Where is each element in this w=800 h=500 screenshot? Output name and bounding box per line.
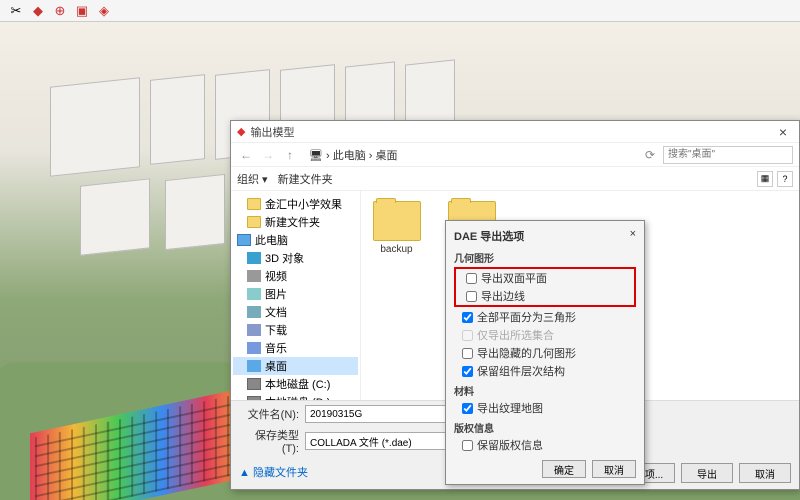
export-textures-checkbox[interactable] [462, 403, 473, 414]
tree-item-label: 此电脑 [255, 232, 288, 248]
folder-label: backup [369, 244, 424, 255]
help-icon[interactable]: ? [777, 171, 793, 187]
tree-item-label: 本地磁盘 (C:) [265, 376, 330, 392]
tree-item-label: 文档 [265, 304, 287, 320]
3d-icon [247, 252, 261, 264]
scissors-icon[interactable]: ✂ [8, 3, 24, 19]
building [150, 74, 205, 165]
options-title-text: DAE 导出选项 [454, 228, 524, 244]
dialog-title-text: 输出模型 [250, 124, 294, 140]
desktop-icon [247, 360, 261, 372]
geometry-section-label: 几何图形 [454, 247, 636, 266]
nav-row: ← → ↑ 🖥 › 此电脑 › 桌面 ⟳ [231, 143, 799, 167]
pc-icon: 🖥 [309, 150, 323, 162]
tree-item[interactable]: 图片 [233, 285, 358, 303]
cancel-button[interactable]: 取消 [739, 463, 791, 483]
drive-icon [247, 378, 261, 390]
export-hidden-checkbox[interactable] [462, 348, 473, 359]
option-label: 导出纹理地图 [477, 400, 543, 416]
app-icon: ◆ [237, 125, 245, 138]
up-icon[interactable]: ↑ [281, 146, 299, 164]
ruby-icon[interactable]: ◆ [30, 3, 46, 19]
cancel-button[interactable]: 取消 [592, 460, 636, 478]
search-input[interactable] [663, 146, 793, 164]
preserve-hierarchy-checkbox[interactable] [462, 366, 473, 377]
gem-icon[interactable]: ◈ [96, 3, 112, 19]
tree-item-label: 视频 [265, 268, 287, 284]
tree-item[interactable]: 桌面 [233, 357, 358, 375]
triangulate-checkbox[interactable] [462, 312, 473, 323]
view-mode-icon[interactable]: ▦ [757, 171, 773, 187]
new-folder-button[interactable]: 新建文件夹 [278, 171, 333, 187]
preserve-credits-checkbox[interactable] [462, 440, 473, 451]
option-label: 仅导出所选集合 [477, 327, 554, 343]
tree-item[interactable]: 下载 [233, 321, 358, 339]
option-label: 导出边线 [481, 288, 525, 304]
tree-item[interactable]: 金汇中小学效果 [233, 195, 358, 213]
close-icon[interactable]: × [773, 124, 793, 140]
tree-item[interactable]: 音乐 [233, 339, 358, 357]
option-label: 全部平面分为三角形 [477, 309, 576, 325]
cube-icon[interactable]: ▣ [74, 3, 90, 19]
filetype-label: 保存类型(T): [239, 427, 299, 455]
credits-section-label: 版权信息 [454, 417, 636, 436]
folder-tree[interactable]: 金汇中小学效果新建文件夹此电脑 3D 对象视频图片文档下载音乐桌面本地磁盘 (C:… [231, 191, 361, 400]
highlighted-options: 导出双面平面 导出边线 [454, 267, 636, 307]
tree-item[interactable]: 文档 [233, 303, 358, 321]
export-button[interactable]: 导出 [681, 463, 733, 483]
folder-icon [247, 198, 261, 210]
filename-label: 文件名(N): [239, 406, 299, 422]
option-label: 导出隐藏的几何图形 [477, 345, 576, 361]
option-label: 导出双面平面 [481, 270, 547, 286]
export-selection-checkbox [462, 330, 473, 341]
pc-icon [237, 234, 251, 246]
options-titlebar[interactable]: DAE 导出选项 × [454, 225, 636, 247]
option-label: 保留组件层次结构 [477, 363, 565, 379]
refresh-icon[interactable]: ⟳ [641, 146, 659, 164]
action-row: 组织 ▾ 新建文件夹 ▦ ? [231, 167, 799, 191]
video-icon [247, 270, 261, 282]
dialog-titlebar[interactable]: ◆ 输出模型 × [231, 121, 799, 143]
forward-icon[interactable]: → [259, 146, 277, 164]
building [80, 178, 150, 255]
folder-icon [247, 216, 261, 228]
music-icon [247, 342, 261, 354]
breadcrumb-loc: 桌面 [376, 150, 398, 162]
main-toolbar: ✂ ◆ ⊕ ▣ ◈ [0, 0, 800, 22]
tree-item[interactable]: 3D 对象 [233, 249, 358, 267]
tree-item-label: 3D 对象 [265, 250, 304, 266]
tree-item[interactable]: 本地磁盘 (D:) [233, 393, 358, 400]
tree-item[interactable]: 本地磁盘 (C:) [233, 375, 358, 393]
export-edges-checkbox[interactable] [466, 291, 477, 302]
ok-button[interactable]: 确定 [542, 460, 586, 478]
hide-folders-toggle[interactable]: ▲ 隐藏文件夹 [239, 462, 308, 482]
breadcrumb[interactable]: 🖥 › 此电脑 › 桌面 [303, 147, 404, 163]
breadcrumb-pc: 此电脑 [333, 150, 366, 162]
organize-menu[interactable]: 组织 ▾ [237, 171, 268, 187]
tree-item-label: 音乐 [265, 340, 287, 356]
dae-export-options-dialog: DAE 导出选项 × 几何图形 导出双面平面 导出边线 全部平面分为三角形 仅导… [445, 220, 645, 485]
close-icon[interactable]: × [630, 228, 636, 244]
tree-item-label: 下载 [265, 322, 287, 338]
tree-item-label: 金汇中小学效果 [265, 196, 342, 212]
tree-item-label: 新建文件夹 [265, 214, 320, 230]
folder-item[interactable]: backup [369, 201, 424, 255]
tree-item[interactable]: 此电脑 [233, 231, 358, 249]
folder-icon [373, 201, 421, 241]
building [165, 174, 225, 250]
tree-item-label: 桌面 [265, 358, 287, 374]
download-icon [247, 324, 261, 336]
option-label: 保留版权信息 [477, 437, 543, 453]
image-icon [247, 288, 261, 300]
tree-item[interactable]: 新建文件夹 [233, 213, 358, 231]
material-section-label: 材料 [454, 380, 636, 399]
back-icon[interactable]: ← [237, 146, 255, 164]
building [50, 77, 140, 176]
export-two-sided-checkbox[interactable] [466, 273, 477, 284]
globe-icon[interactable]: ⊕ [52, 3, 68, 19]
tree-item[interactable]: 视频 [233, 267, 358, 285]
tree-item-label: 图片 [265, 286, 287, 302]
doc-icon [247, 306, 261, 318]
